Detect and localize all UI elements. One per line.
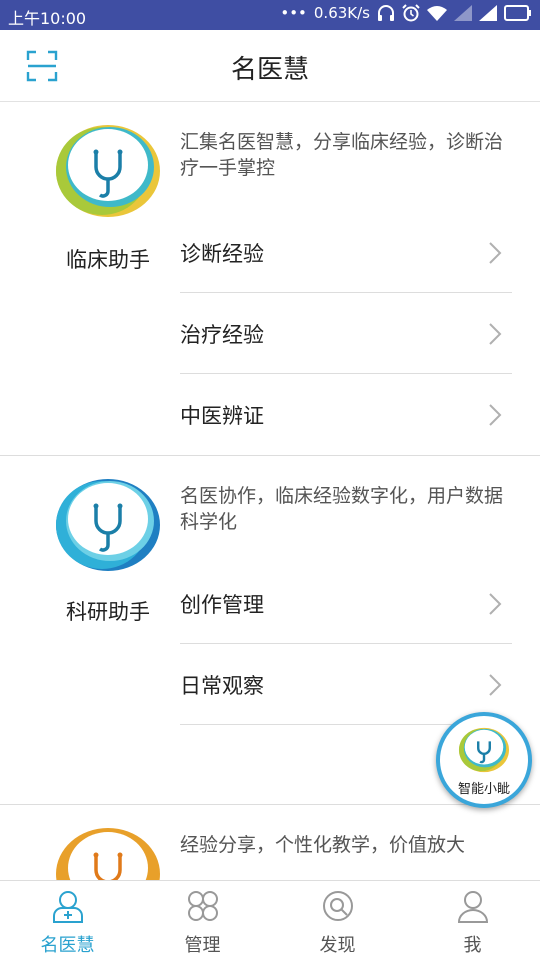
- item-label: 中医辨证: [180, 404, 264, 428]
- chevron-right-icon: [489, 323, 502, 345]
- tab-label: 发现: [319, 935, 356, 956]
- chevron-right-icon: [489, 674, 502, 696]
- section-name: 临床助手: [66, 248, 150, 272]
- more-dots-icon: •••: [280, 4, 307, 22]
- signal-icon-2: [479, 5, 497, 21]
- section-teaching: 经验分享，个性化教学，价值放大: [0, 806, 540, 880]
- tab-label: 管理: [184, 935, 221, 956]
- page-title: 名医慧: [230, 55, 309, 85]
- headphones-icon: [378, 5, 394, 21]
- signal-icon-1: [454, 5, 472, 21]
- battery-icon: [504, 5, 531, 21]
- user-icon: [457, 891, 488, 923]
- item-creation-management[interactable]: 创作管理: [180, 564, 512, 644]
- research-assistant-logo: [56, 479, 160, 571]
- alarm-icon: [402, 4, 420, 22]
- status-bar: 上午10:00 ••• 0.63K/s: [0, 0, 540, 30]
- item-treatment-experience[interactable]: 治疗经验: [180, 294, 512, 374]
- smart-assistant-button[interactable]: 智能小眦: [436, 712, 532, 808]
- section-description: 汇集名医智慧，分享临床经验，诊断治疗一手掌控: [180, 131, 504, 179]
- section-description: 经验分享，个性化教学，价值放大: [180, 834, 466, 856]
- item-label: 诊断经验: [180, 241, 264, 266]
- assistant-label: 智能小眦: [457, 782, 510, 797]
- section-description: 名医协作，临床经验数字化，用户数据科学化: [180, 485, 504, 533]
- tab-label: 名医慧: [40, 935, 95, 956]
- app-header: 名医慧: [0, 30, 540, 102]
- item-label: 治疗经验: [180, 322, 264, 347]
- tab-management[interactable]: 管理: [135, 881, 270, 960]
- item-label: 日常观察: [180, 673, 264, 698]
- item-label: 创作管理: [180, 592, 264, 617]
- section-name: 科研助手: [66, 600, 150, 624]
- item-daily-observation[interactable]: 日常观察: [180, 645, 512, 725]
- chevron-right-icon: [489, 593, 502, 615]
- tab-discover[interactable]: 发现: [270, 881, 405, 960]
- teaching-assistant-logo: [56, 828, 160, 880]
- tab-home[interactable]: 名医慧: [0, 881, 135, 960]
- tab-label: 我: [463, 935, 482, 956]
- status-time: 上午10:00: [8, 9, 87, 28]
- item-diagnosis-experience[interactable]: 诊断经验: [180, 213, 512, 293]
- assistant-logo-icon: [458, 727, 510, 773]
- net-speed: 0.63K/s: [313, 4, 370, 22]
- grid-icon: [187, 891, 218, 921]
- clinical-assistant-logo: [56, 125, 160, 217]
- discover-search-icon: [322, 891, 353, 921]
- item-tcm-differentiation[interactable]: 中医辨证: [180, 375, 512, 455]
- bottom-nav: 名医慧 管理 发现 我: [0, 880, 540, 960]
- section-clinical: 临床助手 汇集名医智慧，分享临床经验，诊断治疗一手掌控 诊断经验 治疗经验 中医…: [0, 103, 540, 456]
- chevron-right-icon: [489, 404, 502, 426]
- tab-me[interactable]: 我: [405, 881, 540, 960]
- doctor-icon: [52, 891, 83, 923]
- wifi-icon: [427, 6, 447, 21]
- chevron-right-icon: [489, 242, 502, 264]
